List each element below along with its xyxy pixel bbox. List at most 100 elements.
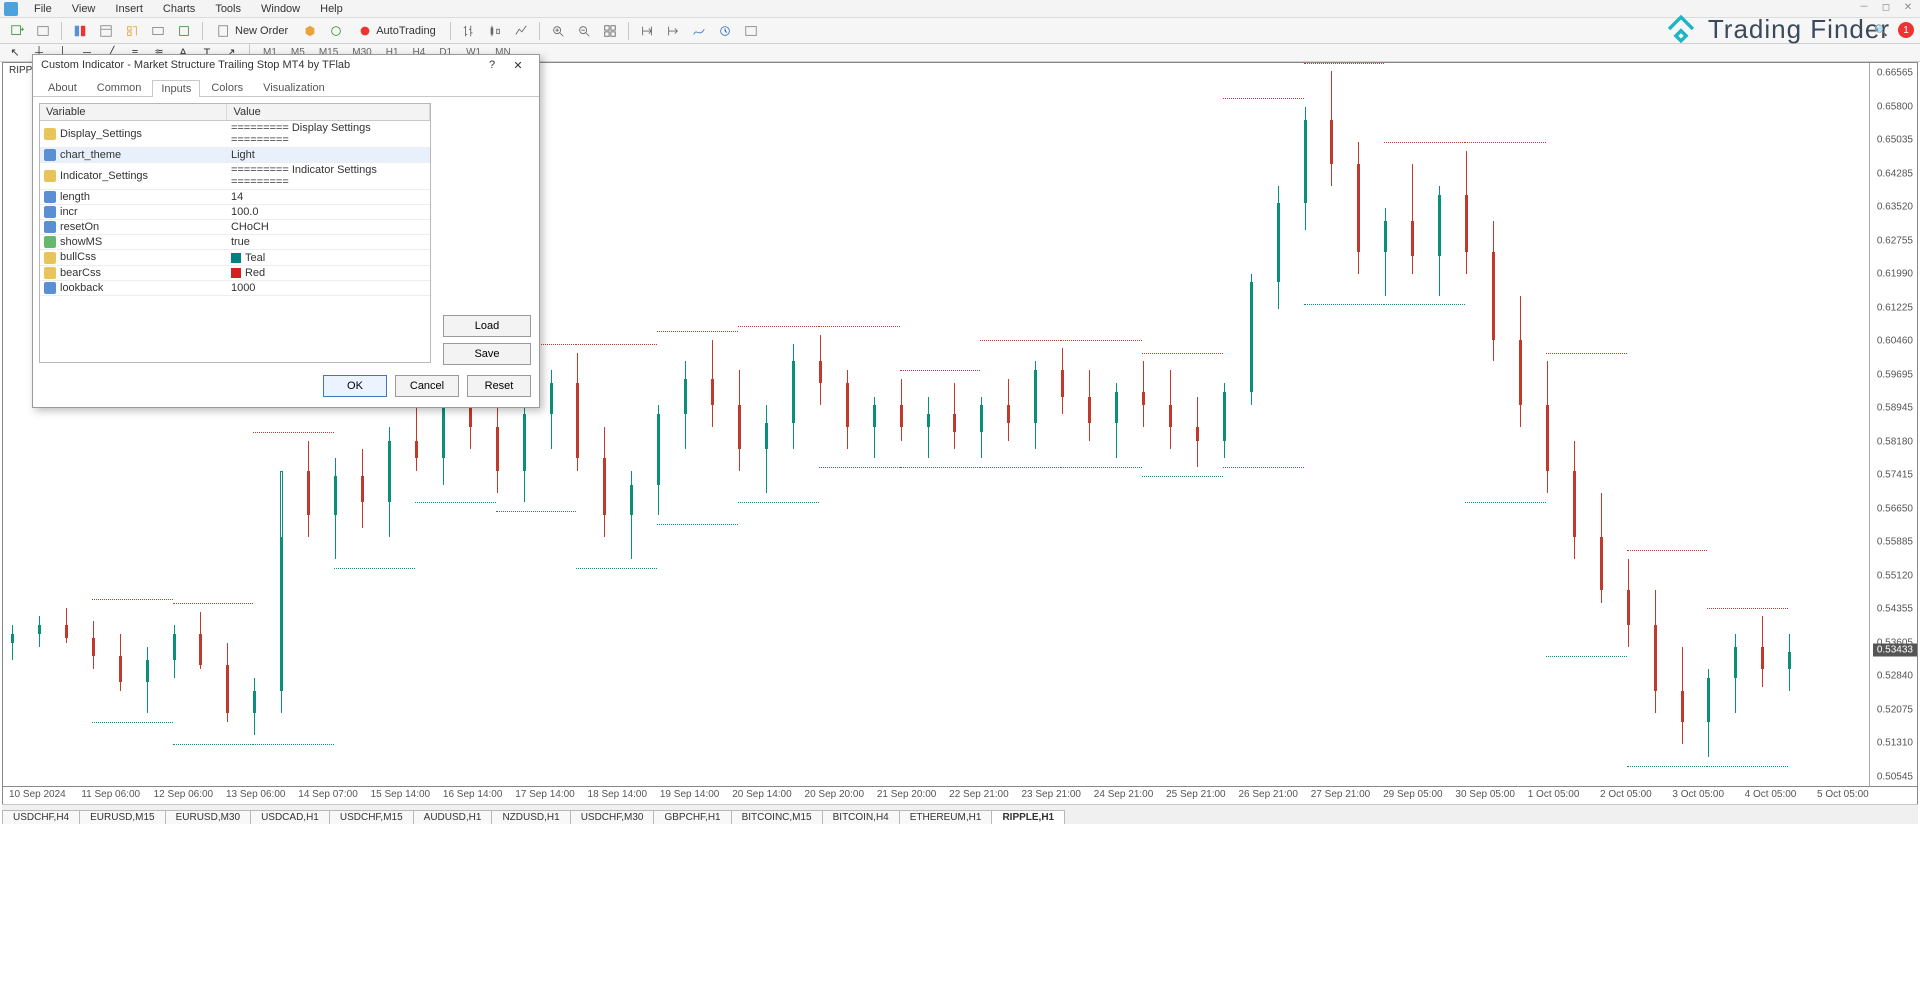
- param-type-icon: [44, 128, 56, 140]
- param-value[interactable]: true: [231, 236, 250, 248]
- terminal-button[interactable]: [147, 21, 169, 41]
- chart-tab[interactable]: USDCHF,M15: [329, 810, 414, 824]
- data-window-button[interactable]: [95, 21, 117, 41]
- param-name: bullCss: [60, 251, 96, 263]
- param-value[interactable]: Red: [245, 267, 265, 279]
- window-close-icon[interactable]: ✕: [1902, 2, 1914, 14]
- input-row[interactable]: lookback1000: [40, 280, 430, 295]
- candle-chart-button[interactable]: [484, 21, 506, 41]
- chart-tab[interactable]: BITCOIN,H4: [822, 810, 900, 824]
- dialog-help-icon[interactable]: ?: [479, 59, 505, 71]
- price-tick: 0.55120: [1877, 570, 1913, 581]
- menu-view[interactable]: View: [62, 3, 106, 15]
- menu-help[interactable]: Help: [310, 3, 353, 15]
- price-tick: 0.55885: [1877, 537, 1913, 548]
- input-row[interactable]: bullCss Teal: [40, 250, 430, 265]
- param-value[interactable]: 100.0: [231, 206, 259, 218]
- param-type-icon: [44, 282, 56, 294]
- tile-button[interactable]: [599, 21, 621, 41]
- bar-chart-button[interactable]: [458, 21, 480, 41]
- grid-header-variable[interactable]: Variable: [40, 104, 227, 121]
- profiles-button[interactable]: [32, 21, 54, 41]
- chart-tab[interactable]: USDCHF,H4: [2, 810, 80, 824]
- menu-file[interactable]: File: [24, 3, 62, 15]
- input-row[interactable]: bearCssRed: [40, 265, 430, 280]
- param-value[interactable]: Teal: [245, 252, 265, 264]
- save-button[interactable]: Save: [443, 343, 531, 365]
- menu-insert[interactable]: Insert: [105, 3, 153, 15]
- dialog-tab-inputs[interactable]: Inputs: [152, 80, 200, 97]
- dialog-close-icon[interactable]: ✕: [505, 59, 531, 72]
- price-tick: 0.65800: [1877, 101, 1913, 112]
- notification-badge[interactable]: 1: [1898, 22, 1914, 38]
- time-tick: 30 Sep 05:00: [1455, 789, 1515, 800]
- dialog-tabs: About Common Inputs Colors Visualization: [33, 75, 539, 97]
- bull-trailing-stop: [1546, 656, 1627, 657]
- dialog-tab-visualization[interactable]: Visualization: [254, 79, 334, 96]
- param-value[interactable]: ========= Indicator Settings =========: [231, 164, 377, 188]
- input-row[interactable]: chart_themeLight: [40, 148, 430, 163]
- periodicity-button[interactable]: [714, 21, 736, 41]
- market-watch-button[interactable]: [69, 21, 91, 41]
- ok-button[interactable]: OK: [323, 375, 387, 397]
- param-value[interactable]: 1000: [231, 282, 255, 294]
- cursor-icon[interactable]: ↖: [6, 46, 24, 60]
- input-row[interactable]: Display_Settings========= Display Settin…: [40, 121, 430, 148]
- chart-tab[interactable]: EURUSD,M30: [165, 810, 251, 824]
- time-tick: 21 Sep 20:00: [877, 789, 937, 800]
- chart-tab[interactable]: ETHEREUM,H1: [899, 810, 993, 824]
- autotrading-button[interactable]: AutoTrading: [351, 21, 443, 41]
- chart-tab[interactable]: RIPPLE,H1: [991, 810, 1065, 824]
- time-tick: 29 Sep 05:00: [1383, 789, 1443, 800]
- indicators-button[interactable]: [688, 21, 710, 41]
- line-chart-button[interactable]: [510, 21, 532, 41]
- menu-tools[interactable]: Tools: [205, 3, 251, 15]
- navigator-button[interactable]: [121, 21, 143, 41]
- chart-tab[interactable]: NZDUSD,H1: [491, 810, 570, 824]
- chart-tab[interactable]: AUDUSD,H1: [413, 810, 493, 824]
- grid-header-value[interactable]: Value: [227, 104, 430, 121]
- time-tick: 17 Sep 14:00: [515, 789, 575, 800]
- dialog-tab-common[interactable]: Common: [88, 79, 151, 96]
- menu-charts[interactable]: Charts: [153, 3, 205, 15]
- chart-tab[interactable]: USDCHF,M30: [570, 810, 655, 824]
- dialog-tab-colors[interactable]: Colors: [202, 79, 252, 96]
- param-value[interactable]: ========= Display Settings =========: [231, 122, 371, 146]
- chart-tab[interactable]: USDCAD,H1: [250, 810, 330, 824]
- input-row[interactable]: Indicator_Settings========= Indicator Se…: [40, 163, 430, 190]
- new-order-button[interactable]: New Order: [210, 21, 295, 41]
- menu-window[interactable]: Window: [251, 3, 310, 15]
- time-tick: 2 Oct 05:00: [1600, 789, 1652, 800]
- bear-trailing-stop: [1061, 340, 1142, 341]
- chart-tab[interactable]: GBPCHF,H1: [653, 810, 731, 824]
- metaquotes-button[interactable]: [299, 21, 321, 41]
- new-chart-button[interactable]: [6, 21, 28, 41]
- cancel-button[interactable]: Cancel: [395, 375, 459, 397]
- bear-trailing-stop: [1384, 142, 1465, 143]
- autotrading-label: AutoTrading: [376, 25, 436, 37]
- param-value[interactable]: CHoCH: [231, 221, 269, 233]
- input-row[interactable]: showMStrue: [40, 235, 430, 250]
- param-value[interactable]: Light: [231, 149, 255, 161]
- inputs-grid[interactable]: Variable Value Display_Settings=========…: [39, 103, 431, 363]
- zoom-in-button[interactable]: [547, 21, 569, 41]
- time-tick: 20 Sep 14:00: [732, 789, 792, 800]
- chart-tab[interactable]: BITCOINC,M15: [731, 810, 823, 824]
- dialog-titlebar[interactable]: Custom Indicator - Market Structure Trai…: [33, 55, 539, 75]
- strategy-tester-button[interactable]: [173, 21, 195, 41]
- zoom-out-button[interactable]: [573, 21, 595, 41]
- dialog-tab-about[interactable]: About: [39, 79, 86, 96]
- chart-tab[interactable]: EURUSD,M15: [79, 810, 165, 824]
- search-icon[interactable]: 🔍: [1874, 24, 1888, 37]
- templates-button[interactable]: [740, 21, 762, 41]
- load-button[interactable]: Load: [443, 315, 531, 337]
- auto-scroll-button[interactable]: [662, 21, 684, 41]
- input-row[interactable]: incr100.0: [40, 205, 430, 220]
- shift-end-button[interactable]: [636, 21, 658, 41]
- param-value[interactable]: 14: [231, 191, 243, 203]
- expert-advisors-button[interactable]: [325, 21, 347, 41]
- reset-button[interactable]: Reset: [467, 375, 531, 397]
- input-row[interactable]: length14: [40, 190, 430, 205]
- input-row[interactable]: resetOnCHoCH: [40, 220, 430, 235]
- param-type-icon: [44, 236, 56, 248]
